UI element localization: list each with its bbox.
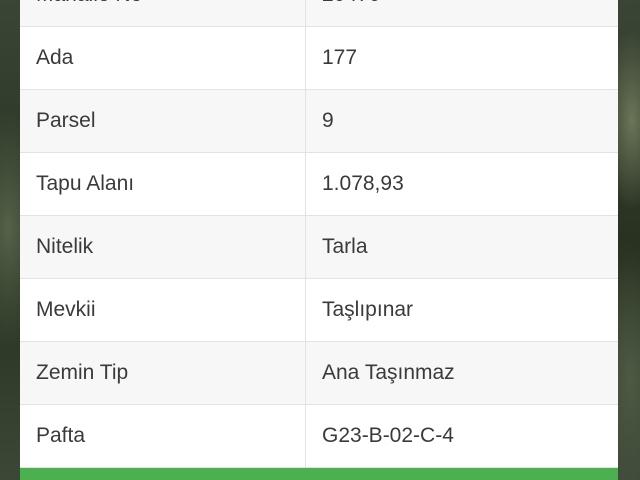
- row-label: Mahalle No: [20, 0, 306, 27]
- row-value: Tarla: [305, 215, 618, 279]
- row-value: 20470: [305, 0, 618, 27]
- table-row: Mahalle No 20470: [20, 0, 618, 27]
- table-row: Zemin Tip Ana Taşınmaz: [20, 341, 618, 405]
- row-value: 9: [305, 89, 618, 153]
- row-value: Ana Taşınmaz: [305, 341, 618, 405]
- parcel-info-table: Mahalle No 20470 Ada 177 Parsel 9 Tapu A…: [20, 0, 618, 468]
- row-label: Tapu Alanı: [20, 152, 306, 216]
- row-label: Mevkii: [20, 278, 306, 342]
- table-row: Pafta G23-B-02-C-4: [20, 404, 618, 468]
- row-label: Pafta: [20, 404, 306, 468]
- row-label: Ada: [20, 26, 306, 90]
- table-row: Nitelik Tarla: [20, 215, 618, 279]
- row-label: Zemin Tip: [20, 341, 306, 405]
- row-label: Parsel: [20, 89, 306, 153]
- parcel-info-panel: Mahalle No 20470 Ada 177 Parsel 9 Tapu A…: [20, 0, 618, 480]
- row-value: G23-B-02-C-4: [305, 404, 618, 468]
- action-button[interactable]: [20, 468, 618, 480]
- table-row: Tapu Alanı 1.078,93: [20, 152, 618, 216]
- table-row: Parsel 9: [20, 89, 618, 153]
- row-value: 1.078,93: [305, 152, 618, 216]
- table-row: Ada 177: [20, 26, 618, 90]
- table-row: Mevkii Taşlıpınar: [20, 278, 618, 342]
- row-label: Nitelik: [20, 215, 306, 279]
- row-value: Taşlıpınar: [305, 278, 618, 342]
- row-value: 177: [305, 26, 618, 90]
